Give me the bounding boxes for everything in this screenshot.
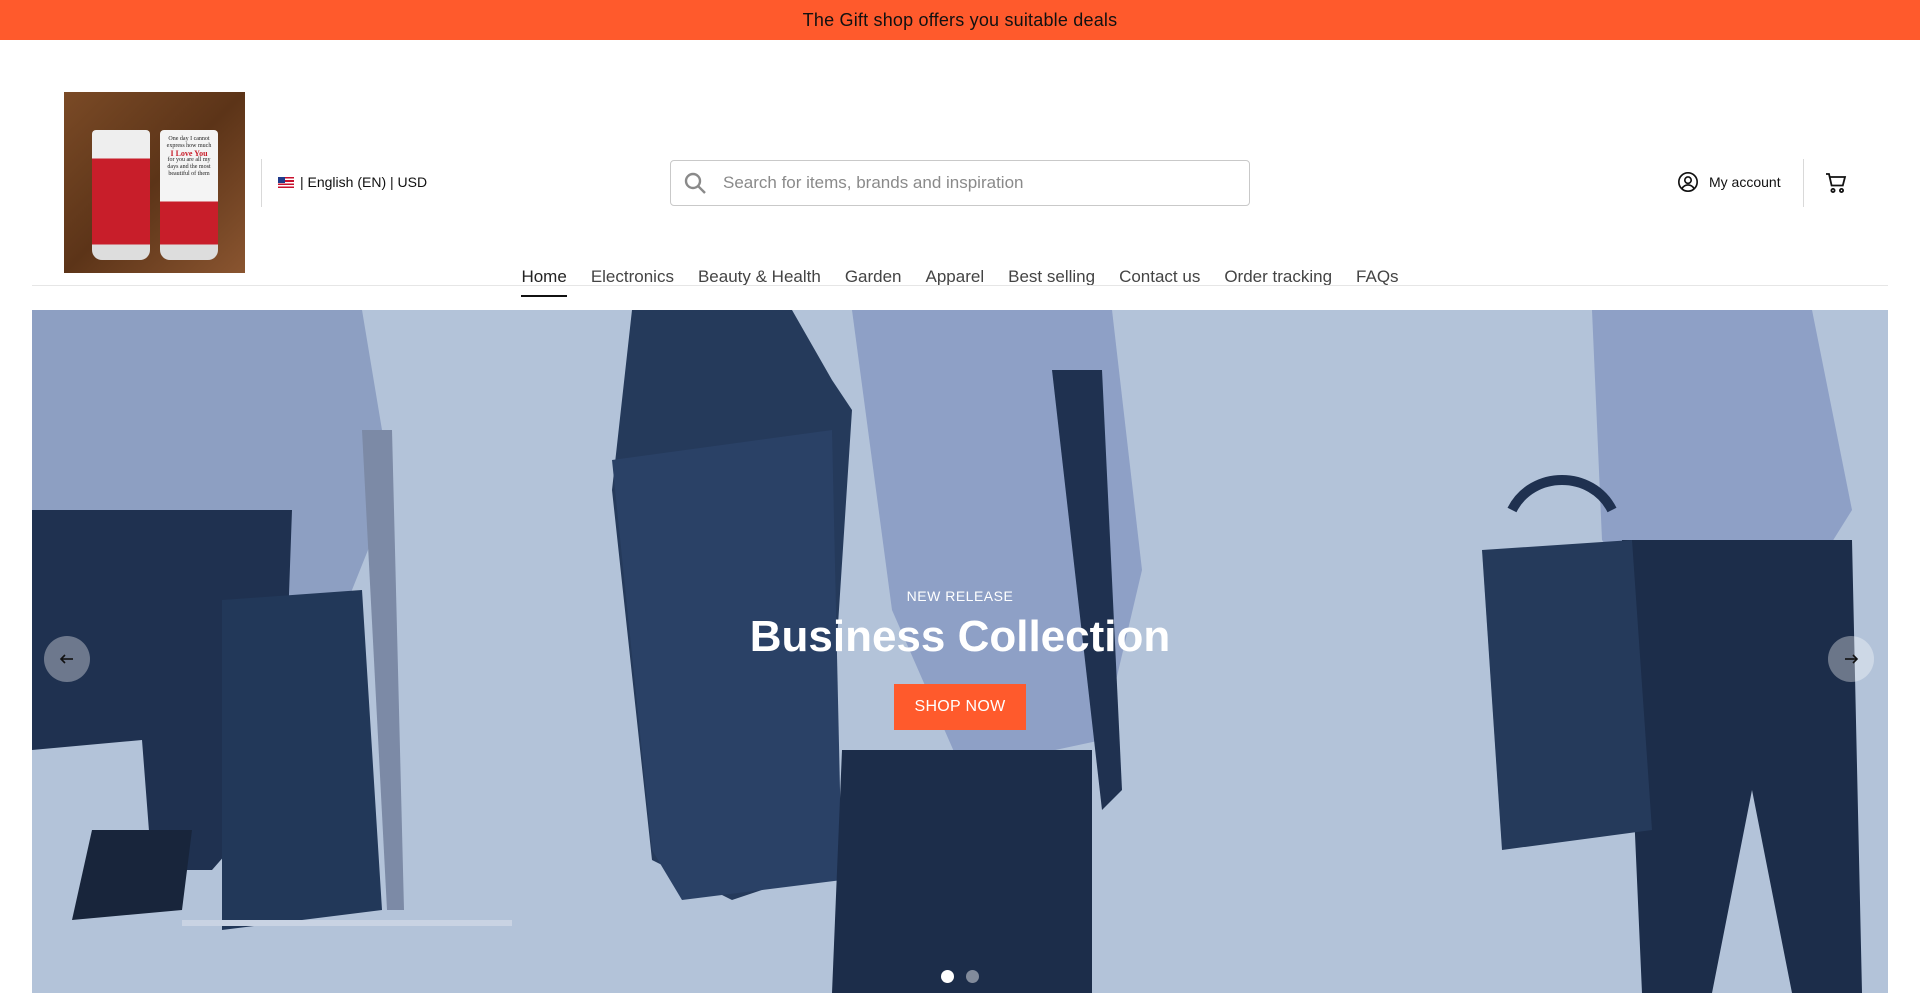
main-nav: Home Electronics Beauty & Health Garden …: [0, 245, 1920, 310]
my-account-label: My account: [1709, 174, 1781, 190]
hero-banner: NEW RELEASE Business Collection SHOP NOW: [32, 310, 1888, 993]
cart-icon[interactable]: [1824, 171, 1848, 195]
tumbler-image-right: One day I cannot express how much I Love…: [160, 130, 218, 260]
search-icon[interactable]: [683, 171, 707, 195]
hero-tag: NEW RELEASE: [906, 588, 1014, 604]
nav-item-contact-us[interactable]: Contact us: [1119, 267, 1200, 295]
nav-item-faqs[interactable]: FAQs: [1356, 267, 1399, 295]
nav-item-garden[interactable]: Garden: [845, 267, 902, 295]
nav-item-home[interactable]: Home: [521, 267, 567, 297]
us-flag-icon: [278, 176, 294, 188]
tumbler-image-left: [92, 130, 150, 260]
header-divider: [1803, 159, 1804, 207]
nav-item-best-selling[interactable]: Best selling: [1008, 267, 1095, 295]
search-input[interactable]: [723, 173, 1223, 193]
hero-title: Business Collection: [749, 612, 1171, 661]
nav-item-order-tracking[interactable]: Order tracking: [1224, 267, 1332, 295]
locale-selector[interactable]: | English (EN) | USD: [278, 174, 427, 190]
site-header: One day I cannot express how much I Love…: [0, 40, 1920, 286]
user-circle-icon: [1678, 172, 1698, 192]
search-bar[interactable]: [670, 160, 1250, 206]
tumbler-text: One day I cannot express how much I Love…: [166, 136, 212, 177]
slide-dot[interactable]: [966, 970, 979, 983]
locale-label: | English (EN) | USD: [300, 174, 428, 190]
my-account-link[interactable]: My account: [1677, 171, 1781, 193]
announcement-bar: The Gift shop offers you suitable deals: [0, 0, 1920, 40]
nav-item-beauty-health[interactable]: Beauty & Health: [698, 267, 821, 295]
nav-item-electronics[interactable]: Electronics: [591, 267, 674, 295]
store-logo[interactable]: One day I cannot express how much I Love…: [64, 92, 245, 273]
slide-indicators: [32, 970, 1888, 983]
header-separator: [32, 285, 1888, 286]
announcement-text: The Gift shop offers you suitable deals: [802, 9, 1118, 30]
shop-now-button[interactable]: SHOP NOW: [894, 684, 1026, 730]
slide-dot[interactable]: [941, 970, 954, 983]
hero-content: NEW RELEASE Business Collection SHOP NOW: [32, 588, 1888, 730]
nav-item-apparel[interactable]: Apparel: [926, 267, 985, 295]
header-divider: [261, 159, 262, 207]
